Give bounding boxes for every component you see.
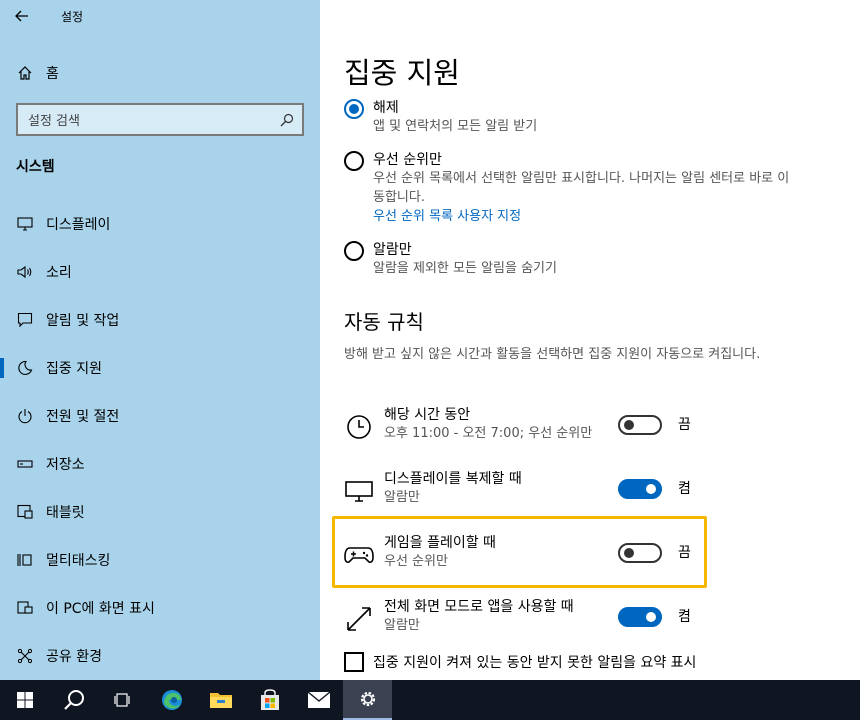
summary-checkbox-label: 집중 지원이 켜져 있는 동안 받지 못한 알림을 요약 표시 — [373, 655, 697, 671]
summary-checkbox[interactable] — [344, 652, 364, 672]
storage-icon — [16, 455, 34, 473]
search-icon[interactable] — [49, 680, 98, 720]
sidebar-item-storage[interactable]: 저장소 — [0, 444, 320, 484]
rule-sub: 알람만 — [384, 618, 420, 633]
sidebar-item-label: 저장소 — [46, 457, 85, 473]
search-icon — [280, 113, 294, 126]
toggle-full-screen-app[interactable] — [618, 607, 662, 627]
sidebar-item-label: 소리 — [46, 265, 72, 281]
power-icon — [16, 407, 34, 425]
mail-icon[interactable] — [294, 680, 343, 720]
rule-name: 디스플레이를 복제할 때 — [384, 471, 522, 487]
home-label: 홈 — [46, 66, 59, 82]
toggle-during-these-times[interactable] — [618, 415, 662, 435]
sidebar: 설정 홈 설정 검색 시스템 디스플레이 소리 알림 및 작업 집중 지원 전원… — [0, 0, 320, 680]
option-off[interactable]: 해제 앱 및 연락처의 모든 알림 받기 — [344, 99, 793, 136]
sidebar-item-label: 공유 환경 — [46, 649, 102, 665]
search-box[interactable]: 설정 검색 — [16, 103, 304, 136]
sidebar-item-label: 태블릿 — [46, 505, 85, 521]
rule-duplicating-display[interactable]: 디스플레이를 복제할 때 알람만 켬 — [344, 470, 704, 516]
option-desc: 알람을 제외한 모든 알림을 숨기기 — [373, 261, 557, 276]
home-link[interactable]: 홈 — [16, 60, 59, 86]
sidebar-item-shared-experiences[interactable]: 공유 환경 — [0, 636, 320, 676]
speaker-icon — [16, 263, 34, 281]
back-arrow-icon — [15, 10, 28, 22]
sidebar-item-notifications[interactable]: 알림 및 작업 — [0, 300, 320, 340]
toggle-duplicating-display[interactable] — [618, 479, 662, 499]
radio-off[interactable] — [344, 99, 364, 119]
title-bar: 설정 — [0, 0, 320, 32]
search-input[interactable]: 설정 검색 — [28, 110, 80, 129]
sidebar-item-label: 알림 및 작업 — [46, 313, 120, 329]
sidebar-item-display[interactable]: 디스플레이 — [0, 204, 320, 244]
rule-sub: 오후 11:00 - 오전 7:00; 우선 순위만 — [384, 426, 593, 441]
customize-priority-list-link[interactable]: 우선 순위 목록 사용자 지정 — [373, 207, 793, 226]
page-title: 집중 지원 — [344, 56, 460, 90]
rule-name: 전체 화면 모드로 앱을 사용할 때 — [384, 599, 574, 615]
rule-name: 해당 시간 동안 — [384, 407, 471, 423]
option-label: 알람만 — [373, 242, 412, 258]
rule-during-these-times[interactable]: 해당 시간 동안 오후 11:00 - 오전 7:00; 우선 순위만 끔 — [344, 406, 704, 452]
toggle-state: 켬 — [678, 609, 691, 625]
sidebar-item-label: 집중 지원 — [46, 361, 102, 377]
windows-start-icon[interactable] — [0, 680, 49, 720]
shared-icon — [16, 647, 34, 665]
sidebar-item-tablet[interactable]: 태블릿 — [0, 492, 320, 532]
multitasking-icon — [16, 551, 34, 569]
project-icon — [16, 599, 34, 617]
section-title: 시스템 — [16, 159, 55, 175]
sidebar-item-project-to-pc[interactable]: 이 PC에 화면 표시 — [0, 588, 320, 628]
edge-icon[interactable] — [147, 680, 196, 720]
fullscreen-icon — [344, 604, 374, 634]
settings-gear-icon[interactable] — [343, 680, 392, 720]
sidebar-item-power[interactable]: 전원 및 절전 — [0, 396, 320, 436]
window-title: 설정 — [61, 9, 84, 24]
sidebar-item-label: 디스플레이 — [46, 217, 111, 233]
store-icon[interactable] — [245, 680, 294, 720]
clock-icon — [344, 412, 374, 442]
tablet-icon — [16, 503, 34, 521]
monitor-icon — [344, 476, 374, 506]
sidebar-item-focus-assist[interactable]: 집중 지원 — [0, 348, 320, 388]
highlight-box — [332, 516, 707, 588]
sidebar-item-label: 이 PC에 화면 표시 — [46, 601, 155, 617]
option-priority-only[interactable]: 우선 순위만 우선 순위 목록에서 선택한 알림만 표시합니다. 나머지는 알림… — [344, 151, 793, 226]
auto-rules-desc: 방해 받고 싶지 않은 시간과 활동을 선택하면 집중 지원이 자동으로 켜집니… — [344, 347, 761, 362]
task-view-icon[interactable] — [98, 680, 147, 720]
file-explorer-icon[interactable] — [196, 680, 245, 720]
moon-icon — [16, 359, 34, 377]
taskbar — [0, 680, 860, 720]
monitor-icon — [16, 215, 34, 233]
notification-icon — [16, 311, 34, 329]
sidebar-item-label: 전원 및 절전 — [46, 409, 120, 425]
back-button[interactable] — [0, 0, 44, 32]
summary-checkbox-row[interactable]: 집중 지원이 켜져 있는 동안 받지 못한 알림을 요약 표시 — [344, 652, 696, 672]
rule-sub: 알람만 — [384, 490, 420, 505]
sidebar-item-label: 멀티태스킹 — [46, 553, 111, 569]
option-label: 해제 — [373, 100, 399, 116]
sidebar-item-multitasking[interactable]: 멀티태스킹 — [0, 540, 320, 580]
toggle-state: 끔 — [678, 417, 691, 433]
auto-rules-title: 자동 규칙 — [344, 310, 424, 334]
sidebar-item-sound[interactable]: 소리 — [0, 252, 320, 292]
radio-alarms-only[interactable] — [344, 241, 364, 261]
option-alarms-only[interactable]: 알람만 알람을 제외한 모든 알림을 숨기기 — [344, 241, 793, 278]
option-label: 우선 순위만 — [373, 152, 442, 168]
rule-full-screen-app[interactable]: 전체 화면 모드로 앱을 사용할 때 알람만 켬 — [344, 598, 704, 644]
radio-priority-only[interactable] — [344, 151, 364, 171]
toggle-state: 켬 — [678, 481, 691, 497]
home-icon — [16, 64, 34, 82]
option-desc: 앱 및 연락처의 모든 알림 받기 — [373, 119, 538, 134]
option-desc: 우선 순위 목록에서 선택한 알림만 표시합니다. 나머지는 알림 센터로 바로… — [373, 171, 790, 205]
